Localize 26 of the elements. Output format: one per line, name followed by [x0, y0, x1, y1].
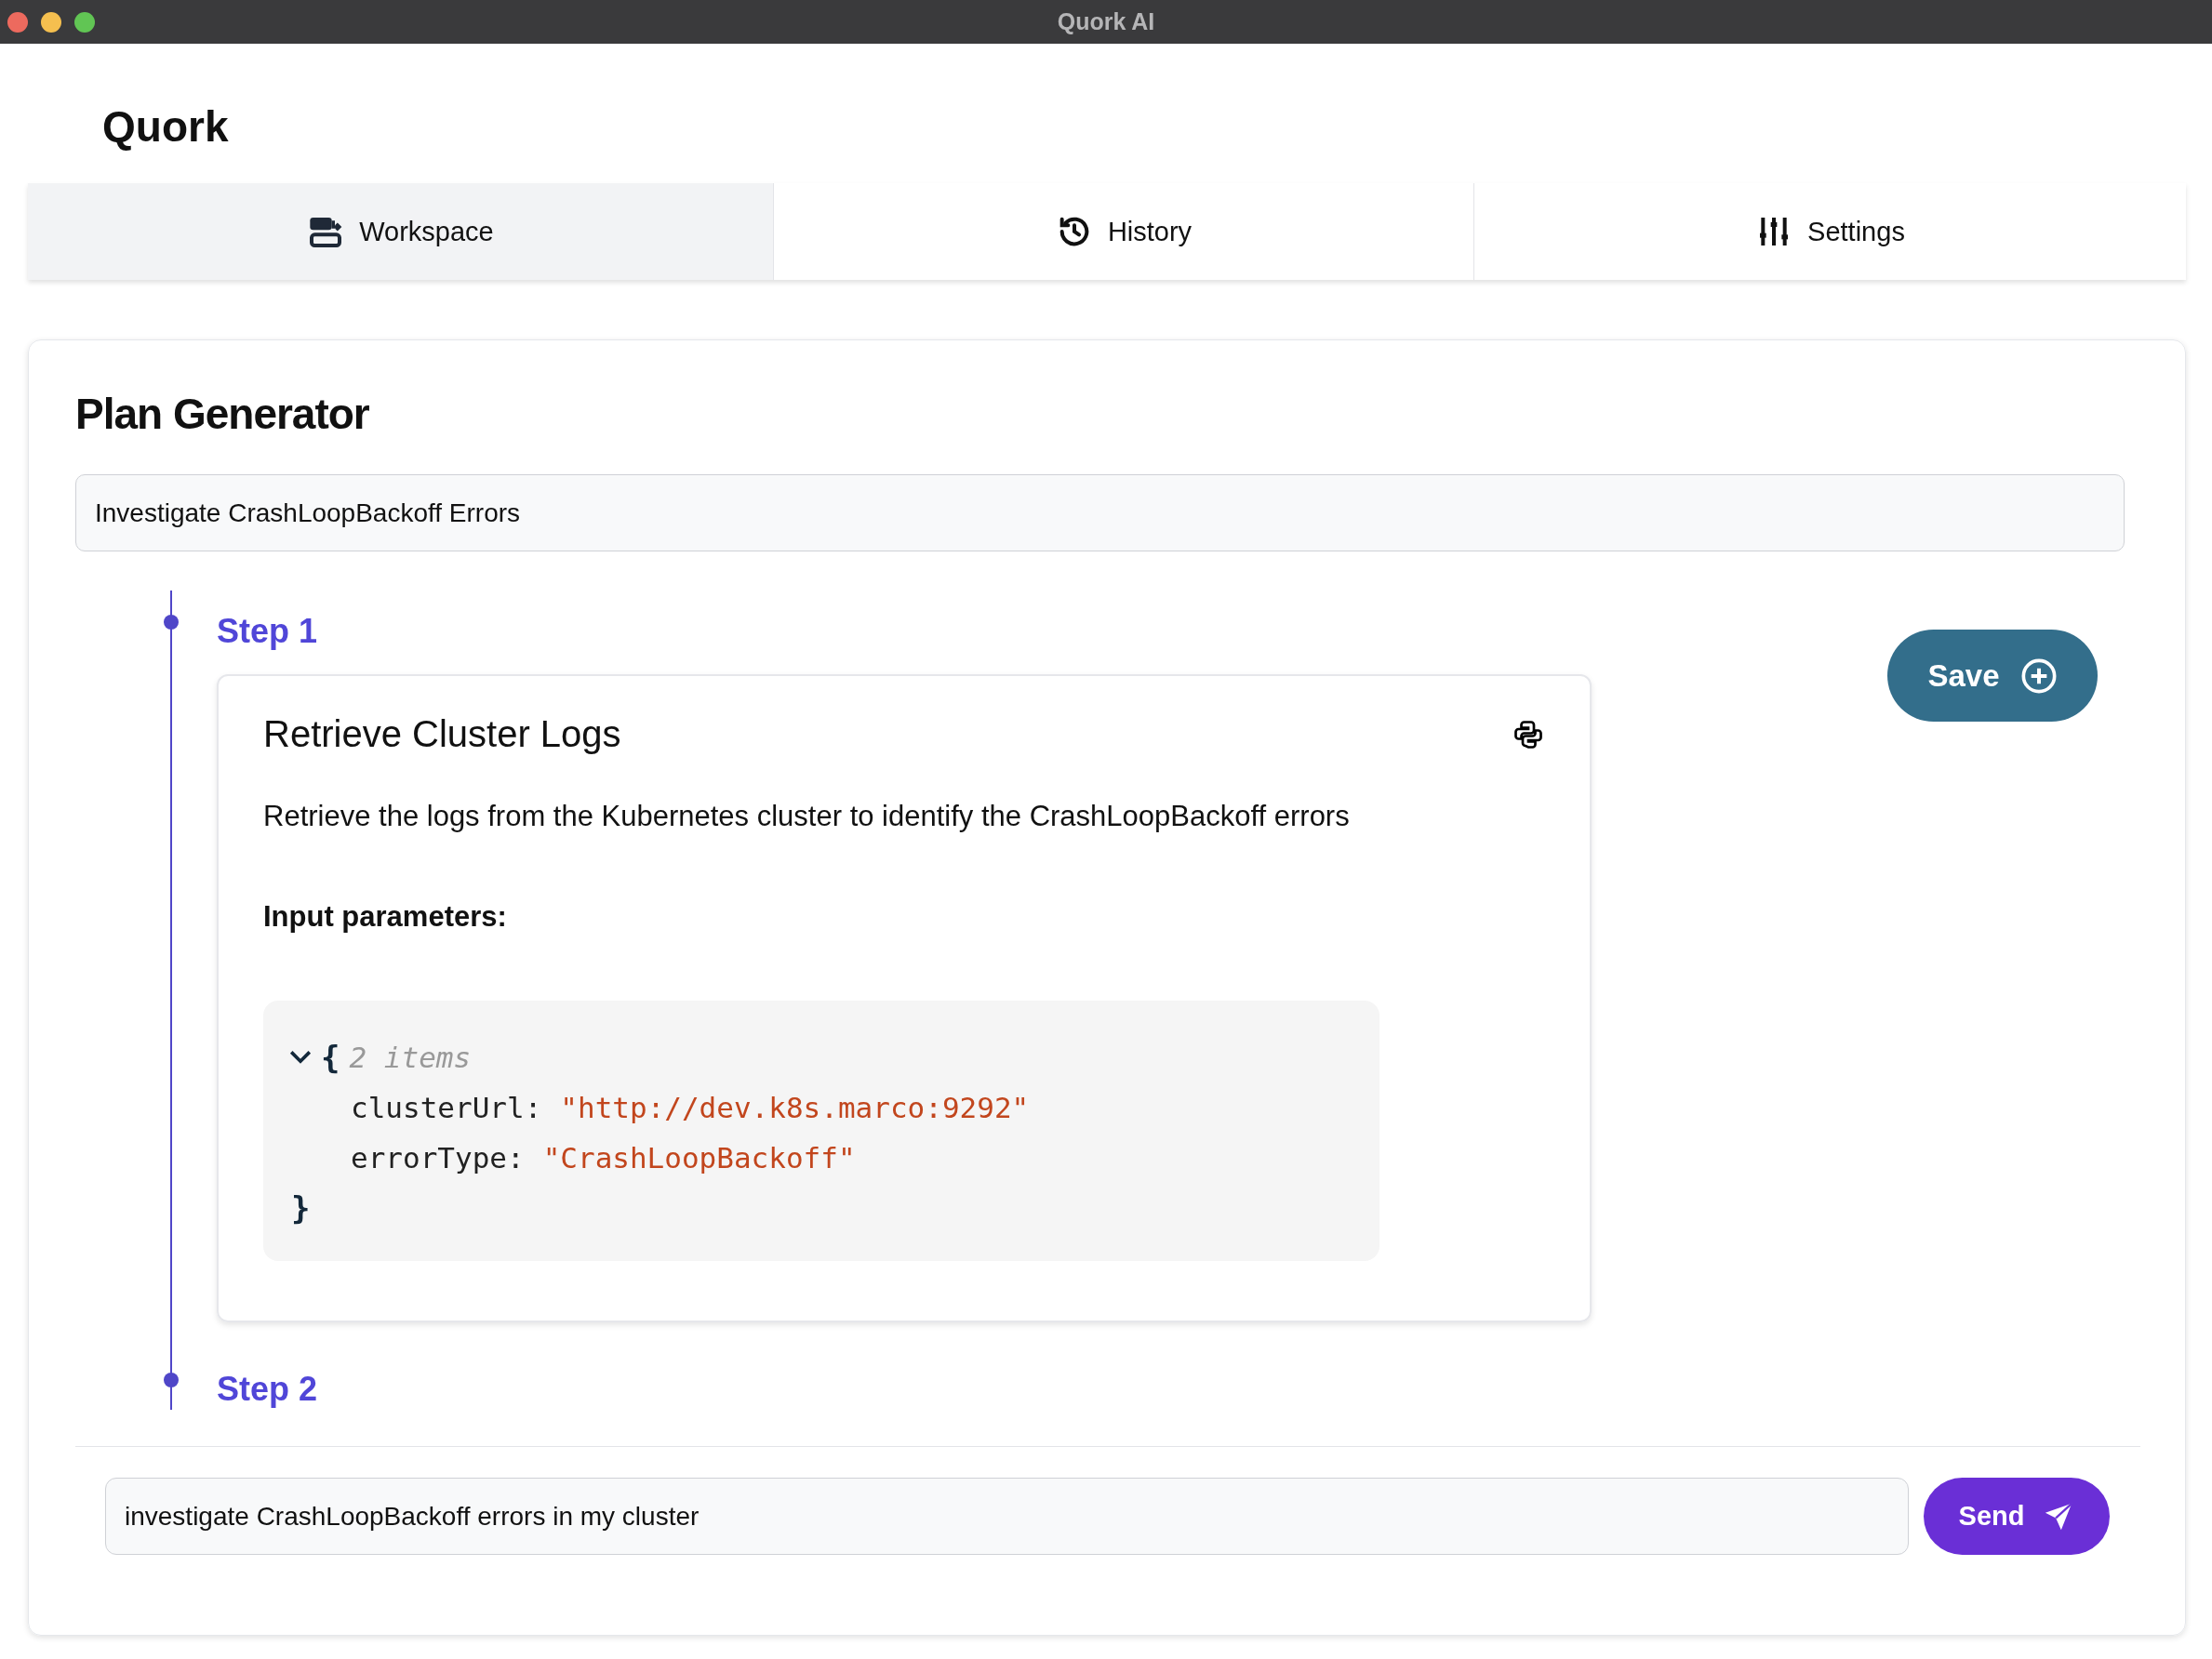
close-brace: } — [291, 1189, 311, 1227]
json-value: "CrashLoopBackoff" — [542, 1141, 856, 1175]
json-value: "http://dev.k8s.marco:9292" — [560, 1091, 1030, 1124]
window-title: Quork AI — [1057, 8, 1155, 35]
close-button[interactable] — [7, 11, 28, 33]
zoom-button[interactable] — [74, 11, 95, 33]
params-heading: Input parameters: — [263, 900, 508, 934]
tab[interactable]: Settings — [1474, 183, 2186, 280]
open-brace: { — [321, 1039, 340, 1076]
save-button[interactable]: Save — [1887, 630, 2098, 722]
step-label: Step 1 — [217, 611, 319, 652]
json-key: errorType: — [351, 1141, 525, 1175]
panel-title: Plan Generator — [75, 389, 370, 440]
plus-circle-icon — [2019, 657, 2058, 695]
step-title: Retrieve Cluster Logs — [263, 713, 621, 755]
goal-field[interactable]: Investigate CrashLoopBackoff Errors — [75, 474, 2125, 551]
step-description: Retrieve the logs from the Kubernetes cluster to identify the CrashLoopBackoff errors — [263, 800, 1351, 833]
json-key: clusterUrl: — [351, 1091, 542, 1124]
tab[interactable]: Workspace — [28, 183, 774, 280]
tab[interactable]: History — [774, 183, 1474, 280]
message-field[interactable]: investigate CrashLoopBackoff errors in my cluster — [105, 1478, 1909, 1555]
minimize-button[interactable] — [41, 11, 61, 33]
item-count: 2 items — [349, 1041, 472, 1074]
step-label: Step 2 — [217, 1369, 319, 1410]
send-button[interactable]: Send — [1924, 1478, 2110, 1555]
app-title: Quork — [102, 101, 230, 153]
